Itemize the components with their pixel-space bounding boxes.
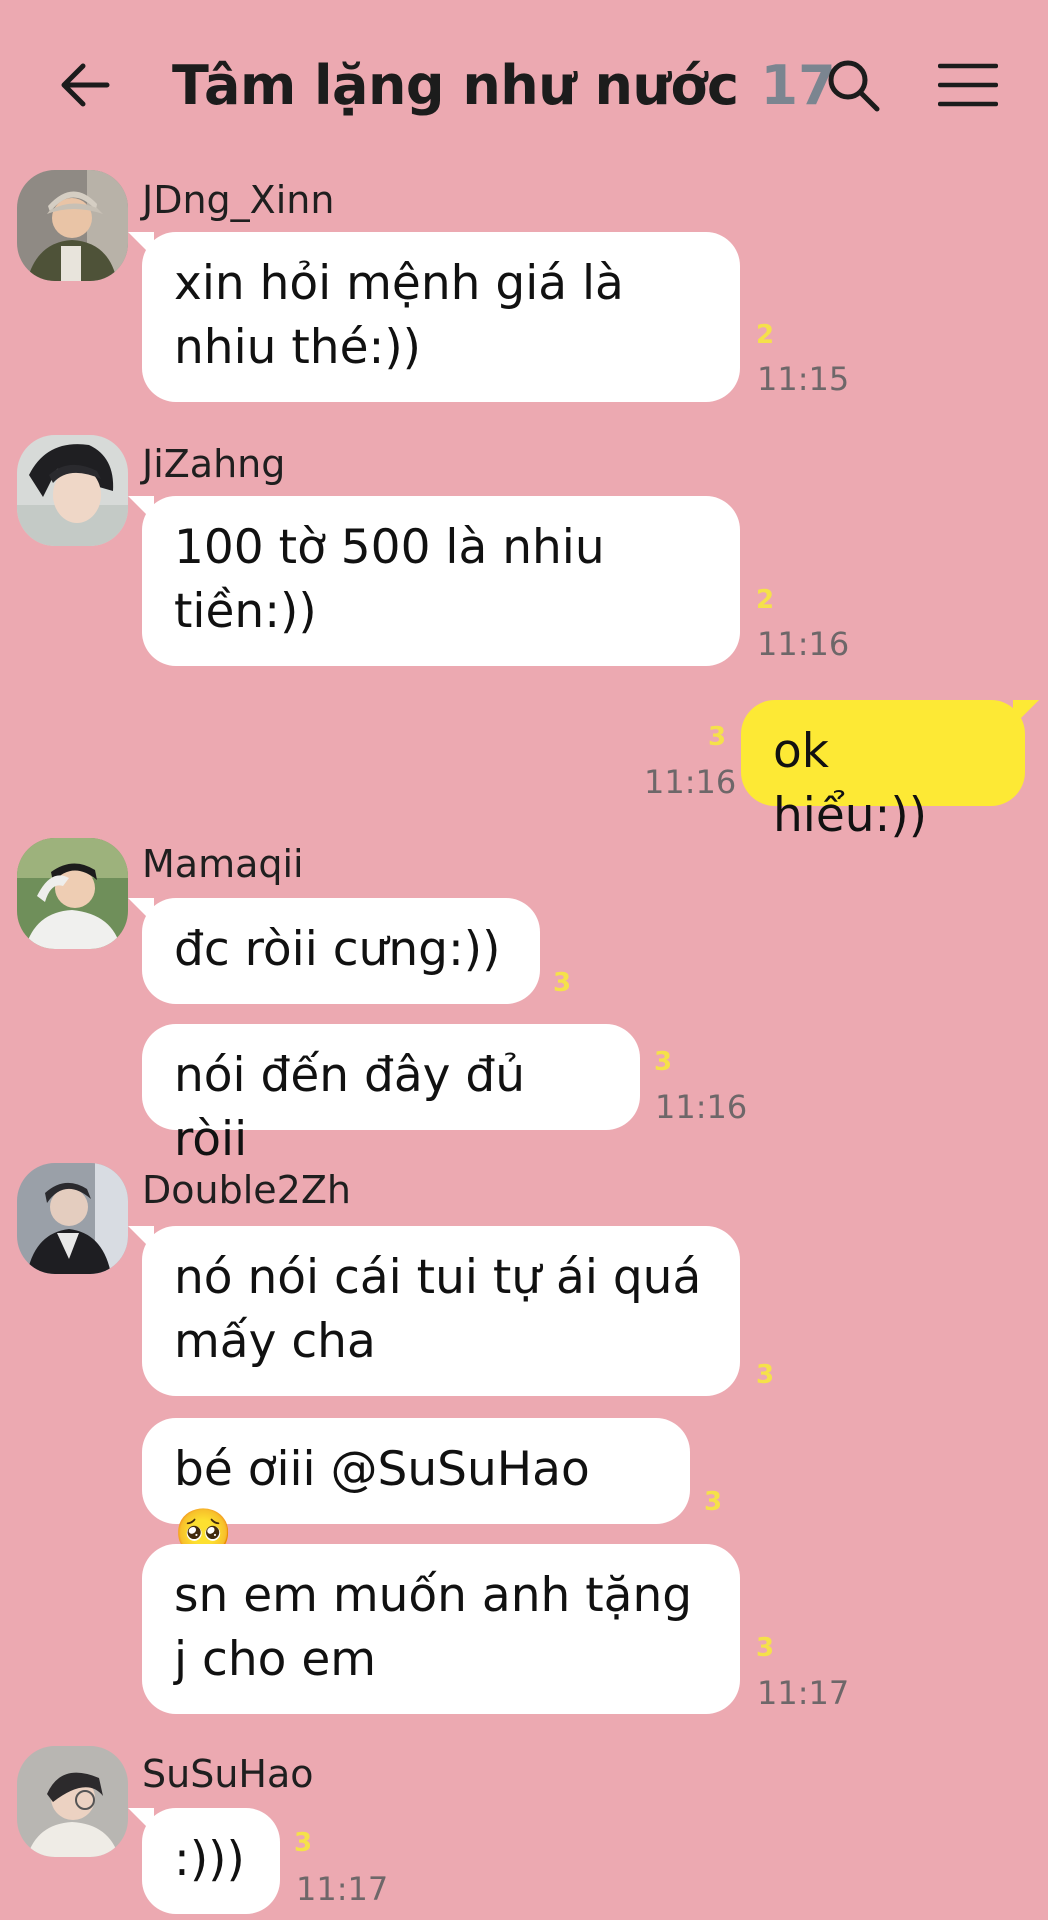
arrow-left-icon [61,63,110,107]
message-bubble[interactable]: nói đến đây đủ ròii [142,1024,640,1167]
unread-count: 3 [704,1487,723,1517]
own-message-bubble[interactable]: ok hiểu:)) [741,700,1039,843]
chat-title: Tâm lặng như nước [172,53,739,117]
message-bubble[interactable]: bé ơiii @SuSuHao 🥺 [142,1418,690,1561]
message-bubble[interactable]: sn em muốn anh tặng j cho em [142,1544,740,1714]
message-time: 11:16 [655,1088,748,1126]
unread-count: 3 [654,1047,673,1077]
sender-name: Double2Zh [142,1168,351,1212]
avatar-photo-icon [17,435,128,546]
sender-name: JiZahng [142,442,286,486]
avatar-photo-icon [17,1746,128,1857]
message-bubble[interactable]: 100 tờ 500 là nhiu tiền:)) [128,496,740,666]
message-time: 11:15 [757,360,850,398]
unread-count: 3 [756,1633,775,1663]
search-icon [828,60,879,112]
unread-count: 3 [553,968,572,998]
message-time: 11:17 [296,1870,389,1908]
unread-count: 3 [756,1360,775,1390]
avatar-photo-icon [17,170,128,281]
unread-count: 2 [756,320,775,350]
avatar[interactable] [17,170,128,281]
avatar[interactable] [17,435,128,546]
message-bubble[interactable]: :))) [128,1808,280,1914]
message-bubble[interactable]: xin hỏi mệnh giá là nhiu thé:)) [128,232,740,402]
unread-count: 2 [756,585,775,615]
avatar-photo-icon [17,1163,128,1274]
avatar[interactable] [17,838,128,949]
sender-name: Mamaqii [142,842,304,886]
avatar-photo-icon [17,838,128,949]
unread-count: 3 [294,1828,313,1858]
chat-header: Tâm lặng như nước 17 [0,0,1048,165]
avatar[interactable] [17,1746,128,1857]
menu-button[interactable] [930,45,1005,125]
message-bubble[interactable]: nó nói cái tui tự ái quá mấy cha [128,1226,740,1396]
message-time: 11:16 [757,625,850,663]
unread-count: 3 [708,722,727,752]
message-time: 11:16 [644,763,737,801]
message-bubble[interactable]: đc ròii cưng:)) [128,898,540,1004]
hamburger-menu-icon [937,63,998,107]
back-button[interactable] [50,50,120,120]
chat-title-group[interactable]: Tâm lặng như nước 17 [172,45,836,125]
sender-name: JDng_Xinn [142,178,335,222]
message-time: 11:17 [757,1674,850,1712]
sender-name: SuSuHao [142,1752,314,1796]
search-button[interactable] [815,45,890,125]
avatar[interactable] [17,1163,128,1274]
